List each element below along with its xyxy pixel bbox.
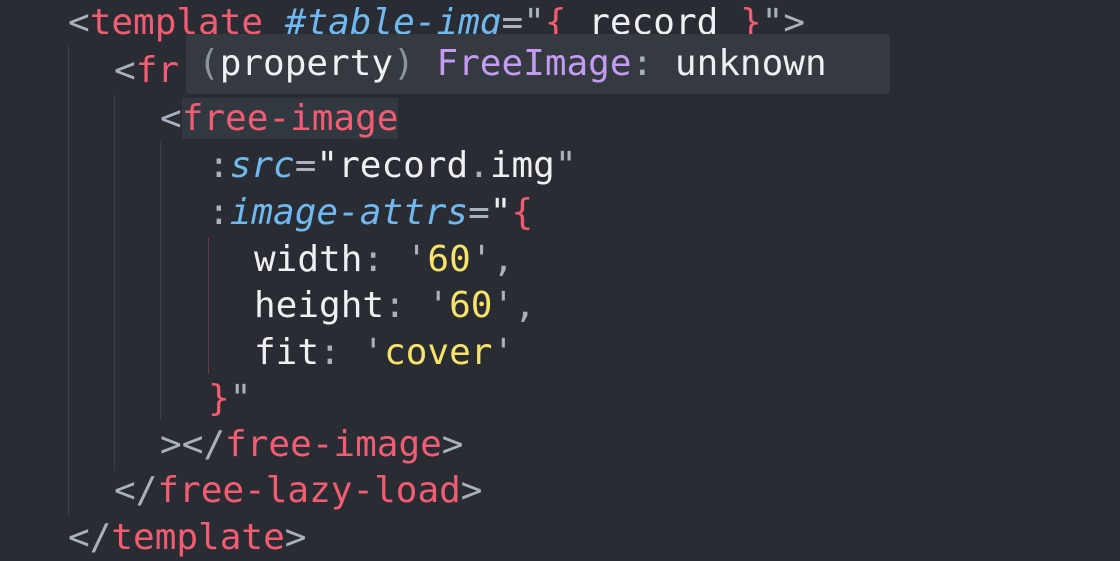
token-colon: : [362, 239, 406, 280]
hover-tooltip: (property) FreeImage: unknown [186, 34, 890, 94]
token-tag: fr [135, 50, 180, 91]
token-quote: ' [470, 239, 493, 280]
token-dot: . [468, 145, 490, 186]
token-quote: ' [492, 332, 515, 373]
tooltip-paren: ( [198, 43, 220, 84]
indent-guide [160, 142, 161, 420]
code-line-12: </template> [68, 515, 306, 561]
token-punctuation: </ [181, 424, 226, 465]
token-identifier: record [338, 145, 469, 186]
token-punctuation: </ [68, 517, 112, 558]
token-attribute: image-attrs [229, 192, 469, 233]
token-punctuation: < [68, 2, 90, 43]
token-punctuation: > [441, 424, 464, 465]
code-line-4: :src="record.img" [208, 143, 577, 189]
token-string: cover [384, 332, 493, 373]
token-quote: ' [405, 239, 428, 280]
token-string: 60 [449, 285, 493, 326]
token-comma: , [492, 239, 515, 280]
token-quote: " [554, 145, 577, 186]
token-tag: free-lazy-load [157, 470, 461, 511]
tooltip-type: unknown [674, 43, 827, 84]
tooltip-symbol-name: FreeImage [436, 43, 632, 84]
code-line-3: <free-image [160, 96, 399, 142]
token-comma: , [514, 285, 536, 326]
code-line-6: width: '60', [254, 237, 514, 283]
code-line-7: height: '60', [254, 283, 536, 329]
token-punctuation: > [460, 470, 483, 511]
token-tag: template [111, 517, 285, 558]
code-line-10: ></free-image> [160, 422, 463, 468]
token-quote: ' [427, 285, 450, 326]
code-line-9: }" [208, 376, 251, 422]
token-colon: : [208, 145, 230, 186]
tooltip-colon: : [631, 43, 654, 84]
code-line-8: fit: 'cover' [254, 330, 514, 376]
tooltip-paren: ) [393, 43, 415, 84]
token-colon: : [208, 192, 230, 233]
token-key: width [254, 239, 363, 280]
token-punctuation: > [160, 424, 182, 465]
indent-guide [68, 46, 69, 516]
indent-guide [114, 94, 115, 470]
token-punctuation: = [294, 145, 317, 186]
token-quote: ' [492, 285, 515, 326]
code-editor[interactable]: <template #table-img="{ record }"> <fr <… [0, 0, 1120, 561]
token-string: 60 [427, 239, 471, 280]
token-brace: } [208, 378, 230, 419]
token-punctuation: < [160, 98, 182, 139]
token-key: fit [254, 332, 320, 373]
token-quote: " [316, 145, 339, 186]
token-attribute: src [229, 145, 295, 186]
indent-guide [208, 238, 209, 374]
tooltip-kind: property [219, 43, 394, 84]
token-colon: : [319, 332, 363, 373]
code-line-2: <fr [114, 48, 179, 94]
token-tag: free-image [225, 424, 442, 465]
token-quote: " [489, 192, 512, 233]
token-punctuation: > [284, 517, 307, 558]
token-brace: { [511, 192, 534, 233]
code-line-11: </free-lazy-load> [114, 468, 482, 514]
code-line-5: :image-attrs="{ [208, 190, 533, 236]
token-key: height [254, 285, 385, 326]
token-colon: : [384, 285, 428, 326]
token-punctuation: = [468, 192, 490, 233]
token-identifier: img [489, 145, 555, 186]
token-quote: " [229, 378, 252, 419]
token-punctuation: < [114, 50, 136, 91]
token-punctuation: </ [114, 470, 158, 511]
token-quote: ' [362, 332, 385, 373]
token-tag-hovered[interactable]: free-image [181, 98, 399, 139]
